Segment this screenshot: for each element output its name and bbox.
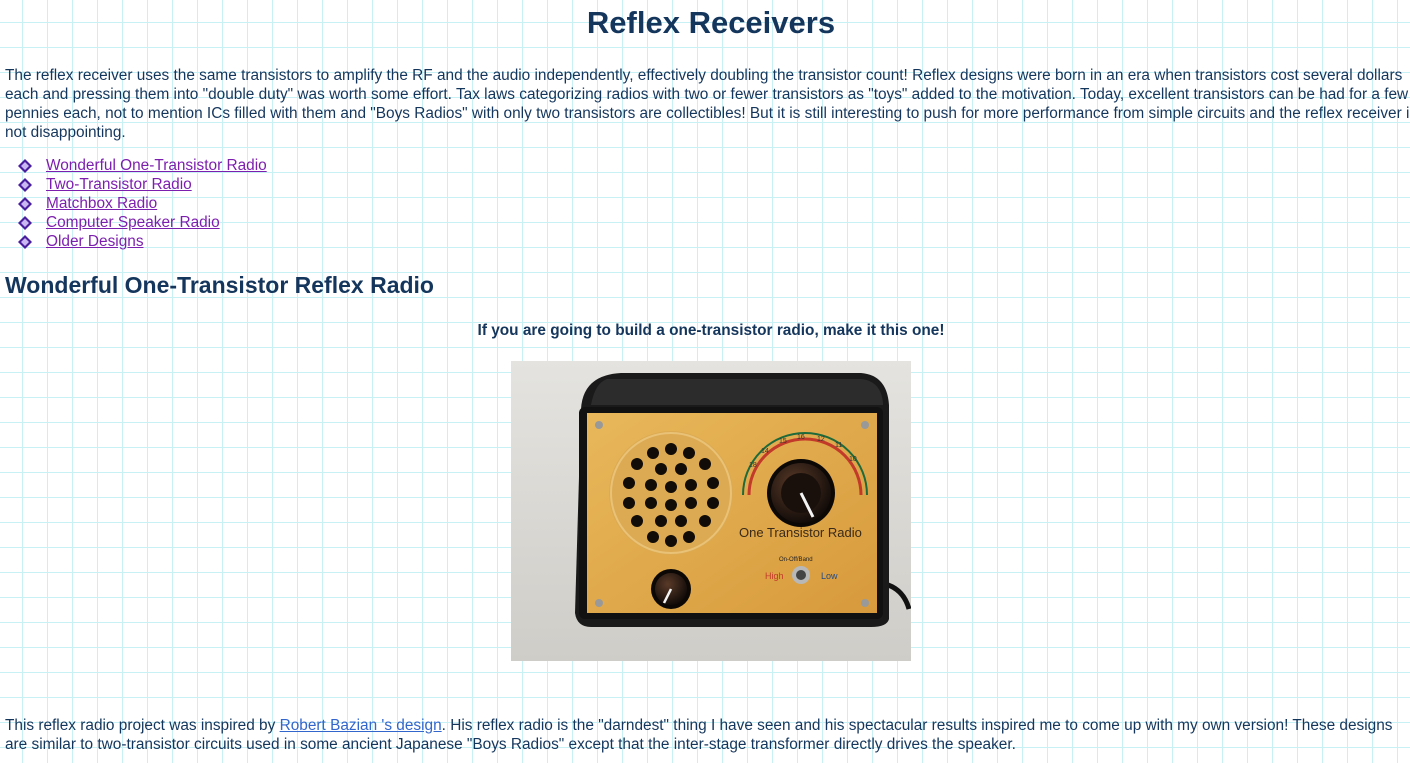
project-link-list: Wonderful One-Transistor Radio Two-Trans… (18, 156, 267, 251)
switch-label: On-Off/Band (779, 557, 813, 563)
dial-number: 12 (817, 436, 825, 443)
outro-paragraph: This reflex radio project was inspired b… (5, 716, 1405, 754)
diamond-bullet-icon (18, 196, 32, 211)
radio-illustration: 14 15 16 12 11 10 18 One Transistor Radi… (511, 361, 911, 661)
link-older-designs[interactable]: Older Designs (46, 233, 144, 251)
link-matchbox-radio[interactable]: Matchbox Radio (46, 195, 157, 213)
dial-number: 10 (849, 456, 857, 463)
diamond-bullet-icon (18, 177, 32, 192)
diamond-bullet-icon (18, 215, 32, 230)
low-label: Low (821, 571, 838, 581)
dial-number: 11 (835, 442, 842, 449)
list-item: Two-Transistor Radio (18, 175, 267, 194)
diamond-bullet-icon (18, 234, 32, 249)
list-item: Matchbox Radio (18, 194, 267, 213)
dial-number: 18 (749, 462, 757, 469)
high-label: High (765, 571, 784, 581)
dial-number: 16 (797, 434, 805, 441)
link-wonderful-one-transistor-radio[interactable]: Wonderful One-Transistor Radio (46, 157, 267, 175)
dial-number: 15 (779, 438, 787, 445)
radio-photo: 14 15 16 12 11 10 18 One Transistor Radi… (511, 361, 911, 661)
list-item: Older Designs (18, 232, 267, 251)
dial-number: 14 (761, 448, 769, 455)
link-two-transistor-radio[interactable]: Two-Transistor Radio (46, 176, 192, 194)
outro-text-start: This reflex radio project was inspired b… (5, 717, 280, 734)
list-item: Computer Speaker Radio (18, 213, 267, 232)
link-computer-speaker-radio[interactable]: Computer Speaker Radio (46, 214, 220, 232)
section-tagline: If you are going to build a one-transist… (477, 322, 945, 339)
diamond-bullet-icon (18, 158, 32, 173)
robert-bazian-design-link[interactable]: Robert Bazian 's design (280, 717, 442, 734)
list-item: Wonderful One-Transistor Radio (18, 156, 267, 175)
panel-label: One Transistor Radio (739, 525, 862, 540)
page-title: Reflex Receivers (586, 5, 836, 40)
section-heading: Wonderful One-Transistor Reflex Radio (5, 272, 434, 298)
intro-paragraph: The reflex receiver uses the same transi… (5, 67, 1410, 141)
